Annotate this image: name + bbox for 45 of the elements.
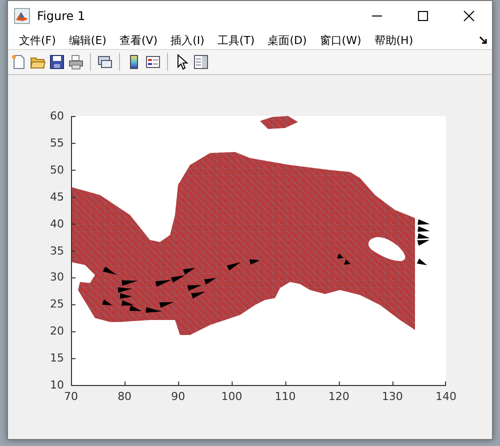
copy-figure-icon[interactable] — [97, 54, 113, 70]
menu-item[interactable]: 文件(F) — [14, 32, 61, 48]
x-tick-label: 100 — [221, 390, 242, 403]
menu-item[interactable]: 编辑(E) — [64, 32, 112, 48]
vector-arrow — [102, 266, 117, 275]
y-tick-label: 20 — [50, 324, 64, 338]
vector-arrow — [250, 259, 260, 265]
print-icon[interactable] — [68, 54, 84, 70]
window-title: Figure 1 — [37, 9, 86, 23]
menu-item[interactable]: 插入(I) — [166, 32, 210, 48]
x-tick-label: 70 — [64, 390, 78, 403]
x-tick-label: 110 — [274, 390, 296, 403]
legend-icon[interactable] — [145, 54, 161, 70]
y-tick-label: 45 — [50, 190, 64, 204]
menu-item[interactable]: 桌面(D) — [262, 32, 312, 48]
filled-region — [260, 116, 298, 129]
y-tick-label: 15 — [50, 352, 64, 365]
x-tick-label: 140 — [436, 390, 456, 403]
menu-item[interactable]: 窗口(W) — [314, 32, 366, 48]
close-icon — [463, 10, 475, 22]
app-icon — [14, 8, 30, 24]
y-tick-label: 10 — [50, 378, 64, 392]
menu-item[interactable]: 帮助(H) — [369, 32, 418, 48]
vector-arrow — [204, 278, 216, 285]
y-tick-label: 60 — [50, 110, 64, 122]
dock-arrow-icon[interactable] — [479, 36, 488, 44]
vector-arrow — [416, 258, 428, 266]
x-tick-label: 120 — [328, 390, 350, 403]
y-tick-label: 30 — [50, 270, 64, 284]
vector-arrow — [102, 299, 112, 306]
y-tick-label: 35 — [50, 244, 64, 257]
vector-arrow — [226, 262, 241, 271]
y-tick-label: 40 — [50, 217, 64, 230]
x-tick-label: 90 — [171, 390, 186, 403]
y-tick-label: 50 — [50, 163, 64, 176]
x-tick-label: 80 — [118, 390, 132, 403]
menu-item[interactable]: 查看(V) — [114, 32, 163, 48]
save-icon[interactable] — [49, 54, 65, 70]
maximize-icon — [417, 10, 429, 22]
new-file-icon[interactable] — [11, 54, 27, 70]
x-tick-label: 130 — [382, 390, 403, 403]
y-tick-label: 25 — [50, 298, 64, 311]
y-tick-label: 55 — [50, 136, 64, 150]
property-panel-icon[interactable] — [193, 54, 209, 70]
menu-item[interactable]: 工具(T) — [212, 32, 260, 48]
